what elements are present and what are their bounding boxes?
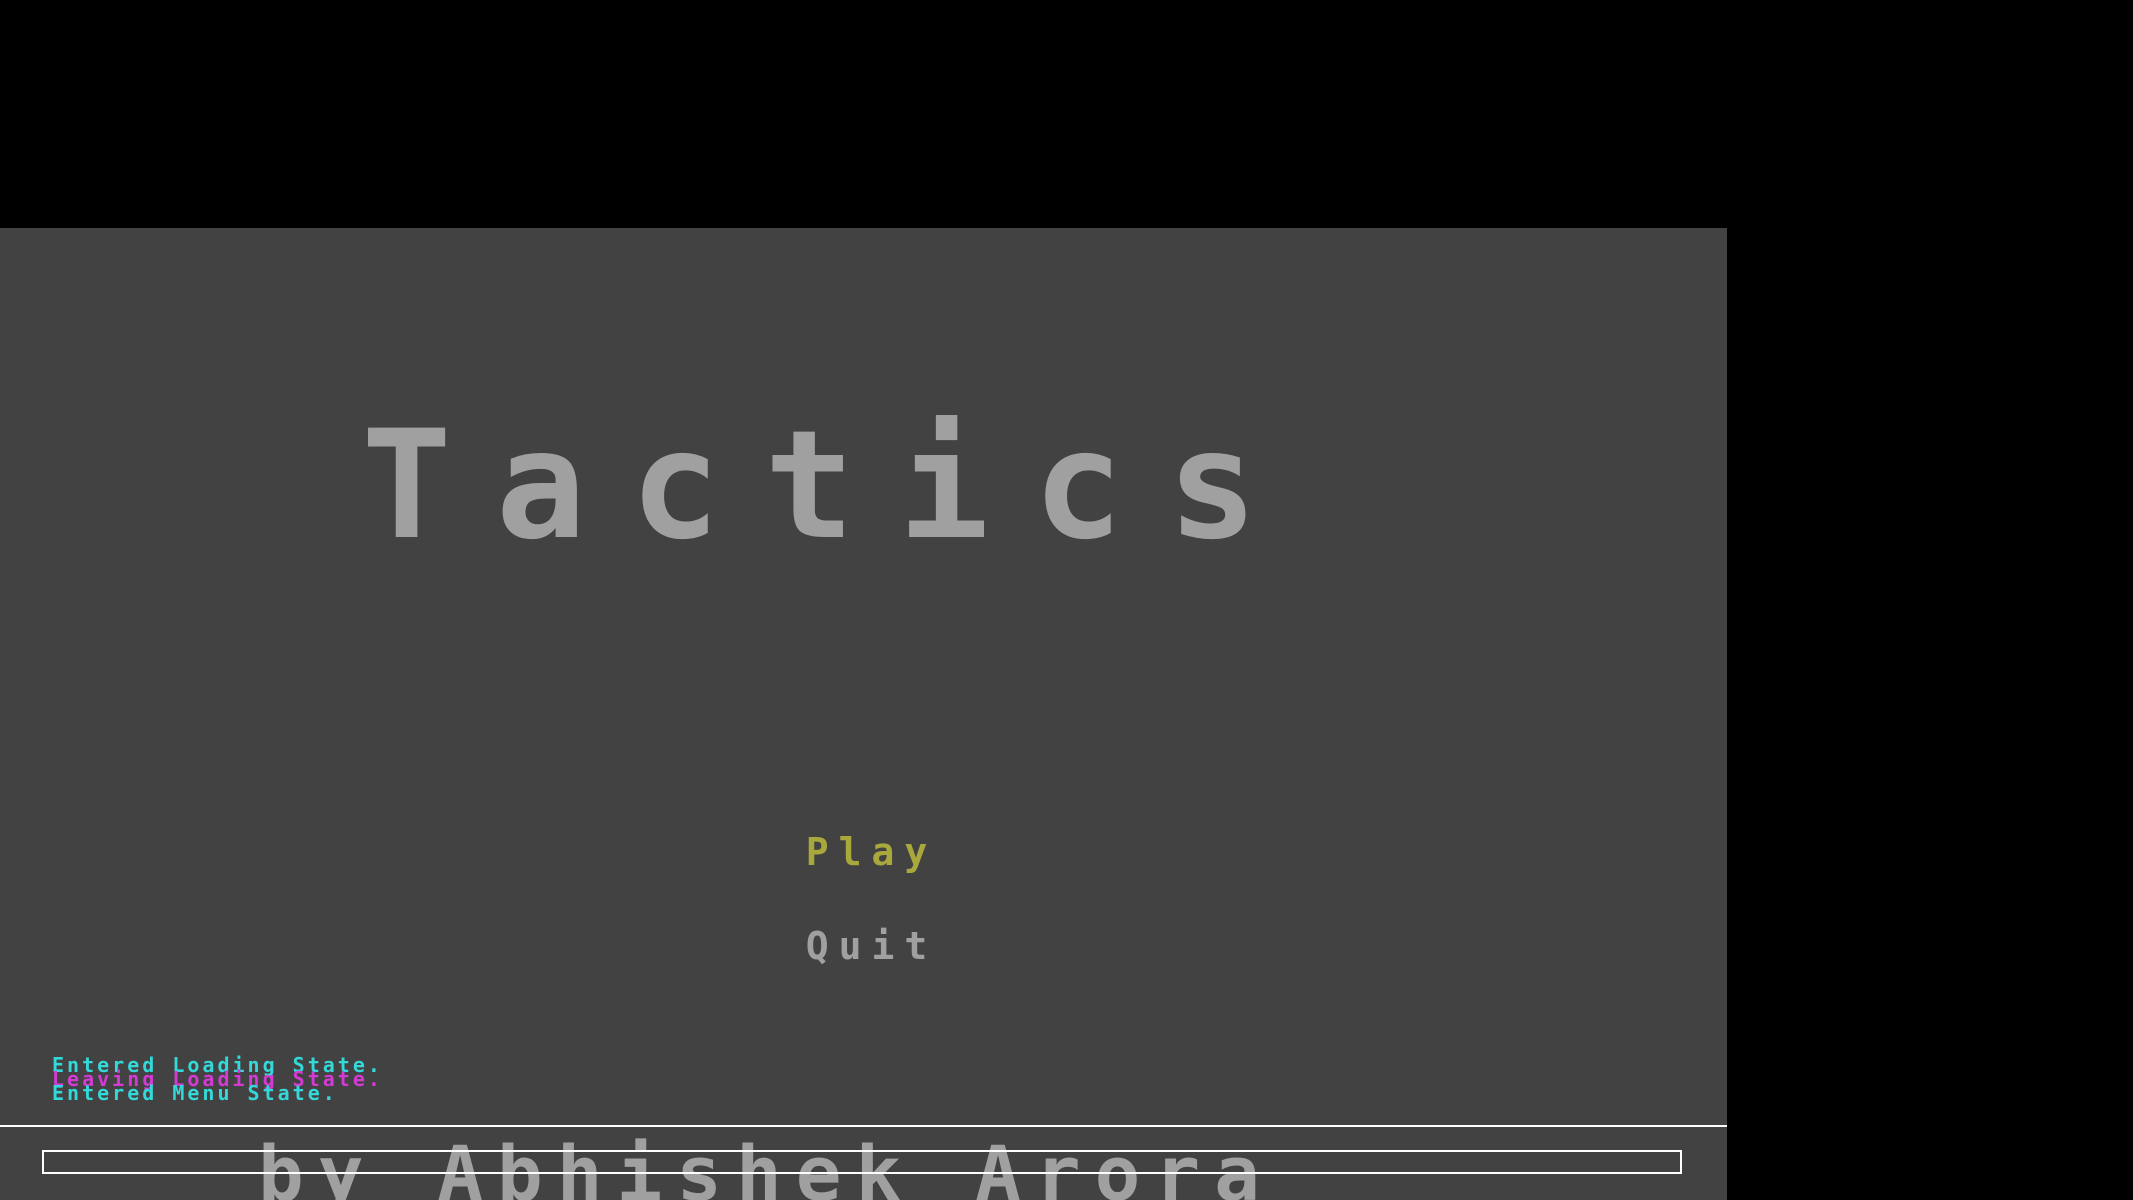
game-window: Tactics Play Quit Entered Loading State.… [0, 0, 2133, 1200]
console-line: Entered Menu State. [52, 1081, 338, 1105]
menu-item-play[interactable]: Play [8, 832, 1727, 872]
console-divider [0, 1125, 1727, 1127]
game-viewport: Tactics Play Quit Entered Loading State.… [0, 228, 1727, 1200]
console-input[interactable] [42, 1150, 1682, 1174]
console-log: Entered Loading State. Leaving Loading S… [52, 1055, 383, 1105]
menu-item-quit[interactable]: Quit [8, 926, 1727, 966]
game-title: Tactics [361, 399, 1302, 573]
